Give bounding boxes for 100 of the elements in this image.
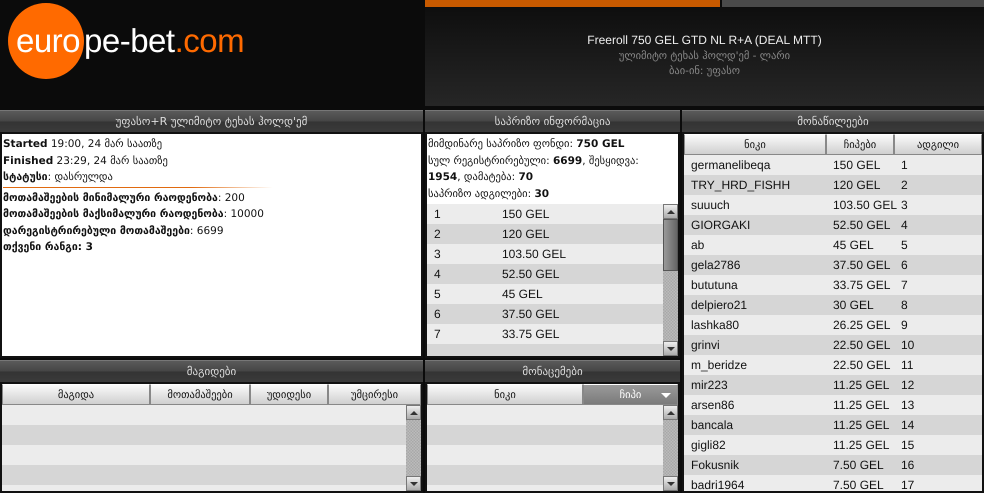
table-cell-text: 37.50 GEL (501, 307, 560, 321)
table-cell-text: Fokusnik (690, 458, 740, 472)
info-line: მოთამაშეების მინიმალური რაოდენობა: 200 (3, 190, 246, 206)
panel-title: მონაწილეები (682, 110, 984, 132)
table-cell-text: 7.50 GEL (832, 478, 885, 491)
table-cell-text: 45 GEL (832, 238, 875, 252)
logo: europe-bet.com (8, 3, 244, 79)
table-cell-text: 2 (433, 227, 442, 241)
scroll-up-icon (666, 410, 674, 414)
table-cell-text: 2 (900, 178, 909, 192)
info-line: Finished 23:29, 24 მარ საათზე (3, 154, 169, 168)
column-header[interactable]: ადგილი (894, 134, 982, 155)
table-cell-text: 37.50 GEL (832, 258, 892, 272)
table-cell-text: 3 (900, 198, 909, 212)
table-cell-text: 52.50 GEL (501, 267, 560, 281)
table-cell-text: germanelibeqa (690, 158, 772, 172)
info-line: თქვენი რანგი: 3 (3, 240, 94, 255)
table-cell-text: 52.50 GEL (832, 218, 892, 232)
table-cell-text: m_beridze (690, 358, 748, 372)
table-cell-text: 33.75 GEL (501, 327, 560, 341)
table-cell-text: 120 GEL (501, 227, 550, 241)
table-cell-text: 14 (900, 418, 916, 432)
table-cell-text: 33.75 GEL (832, 278, 892, 292)
table-cell-text: TRY_HRD_FISHH (690, 178, 792, 192)
table-cell-text: 3 (433, 247, 442, 261)
table-cell-text: 4 (433, 267, 442, 281)
panel-title: მონაცემები (425, 360, 680, 382)
panel-title: მაგიდები (0, 360, 423, 382)
table-cell-text: 7 (433, 327, 442, 341)
table-cell-text: gela2786 (690, 258, 742, 272)
table-cell-text: 11.25 GEL (832, 438, 890, 452)
table-cell-text: badri1964 (690, 478, 746, 491)
tournament-title: Freeroll 750 GEL GTD NL R+A (DEAL MTT) (587, 32, 822, 46)
table-cell-text: 6 (900, 258, 909, 272)
column-header[interactable]: მოთამაშეები (150, 384, 250, 405)
table-cell-text: 11.25 GEL (832, 398, 890, 412)
scrollbar[interactable] (663, 204, 678, 356)
table-cell-text: 150 GEL (832, 158, 882, 172)
table-cell-text: 30 GEL (832, 298, 875, 312)
table-cell-text: 6 (433, 307, 442, 321)
table-cell-text: delpiero21 (690, 298, 748, 312)
prize-info-line: მიმდინარე საპრიზო ფონდი: 750 GEL (428, 137, 626, 152)
info-line: Started 19:00, 24 მარ საათზე (3, 137, 164, 152)
scroll-down-icon (410, 482, 418, 486)
table-cell-text: 17 (900, 478, 916, 491)
table-cell-text: 11.25 GEL (832, 418, 890, 432)
table-cell-text: gigli82 (690, 438, 727, 452)
table-cell-text: 1 (433, 207, 442, 221)
scrollbar[interactable] (663, 405, 678, 491)
info-line: დარეგისტრირებული მოთამაშეები: 6699 (3, 224, 225, 238)
table-cell-text: 7 (900, 278, 909, 292)
table-cell-text: 5 (433, 287, 442, 301)
panel-title: უფასო+R ულიმიტო ტეხას ჰოლდ'ემ (0, 110, 423, 132)
table-cell-text: 150 GEL (501, 207, 550, 221)
table-cell-text: bancala (690, 418, 734, 432)
buy-in: ბაი-ინ: უფასო (668, 64, 740, 76)
table-cell-text: bututuna (690, 278, 739, 292)
table-cell-text: suuuch (690, 198, 731, 212)
table-cell-text: GIORGAKI (690, 218, 752, 232)
table-cell-text: grinvi (690, 338, 721, 352)
table-cell-text: 9 (900, 318, 909, 332)
prize-info-line: საპრიზო ადგილები: 30 (428, 186, 550, 202)
table-cell-text: 5 (900, 238, 909, 252)
scroll-down-icon (666, 482, 674, 486)
column-header[interactable]: უმცირესი (328, 384, 421, 405)
table-cell-text: 120 GEL (832, 178, 882, 192)
table-cell-text: 22.50 GEL (832, 338, 892, 352)
table-cell-text: 26.25 GEL (832, 318, 892, 332)
table-cell-text: 10 (900, 338, 916, 352)
table-cell-text: 11 (900, 358, 914, 372)
table-cell-text: 8 (900, 298, 909, 312)
caret-icon (661, 393, 671, 398)
column-header[interactable]: ნიკი (427, 384, 583, 405)
column-header[interactable]: ნიკი (684, 134, 826, 155)
column-header[interactable]: მაგიდა (2, 384, 150, 405)
table-cell-text: 11.25 GEL (832, 378, 890, 392)
table-cell-text: ab (690, 238, 706, 252)
scroll-up-icon (666, 210, 674, 214)
column-header[interactable]: ჩიპები (826, 134, 894, 155)
table-cell-text: 15 (900, 438, 916, 452)
scrollbar[interactable] (406, 405, 421, 491)
table-cell-text: 103.50 GEL (501, 247, 568, 261)
table-cell-text: lashka80 (690, 318, 740, 332)
column-header[interactable]: უდიდესი (250, 384, 328, 405)
table-cell-text: arsen86 (690, 398, 736, 412)
panel-title: საპრიზო ინფორმაცია (425, 110, 680, 132)
table-cell-text: 13 (900, 398, 916, 412)
table-cell-text: 16 (900, 458, 916, 472)
table-cell-text: 7.50 GEL (832, 458, 885, 472)
table-cell-text: 22.50 GEL (832, 358, 892, 372)
info-line: სტატუსი: დასრულდა (3, 170, 114, 185)
table-cell-text: mir223 (690, 378, 729, 392)
scroll-down-icon (666, 346, 674, 350)
scroll-up-icon (410, 410, 418, 414)
table-cell-text: 1 (900, 158, 909, 172)
table-cell-text: 4 (900, 218, 909, 232)
table-cell-text: 45 GEL (501, 287, 544, 301)
table-cell-text: 12 (900, 378, 916, 392)
game-type: ულიმიტო ტეხას ჰოლდ'ემ - ლარი (618, 50, 790, 62)
info-line: მოთამაშეების მაქსიმალური რაოდენობა: 10000 (3, 207, 265, 222)
